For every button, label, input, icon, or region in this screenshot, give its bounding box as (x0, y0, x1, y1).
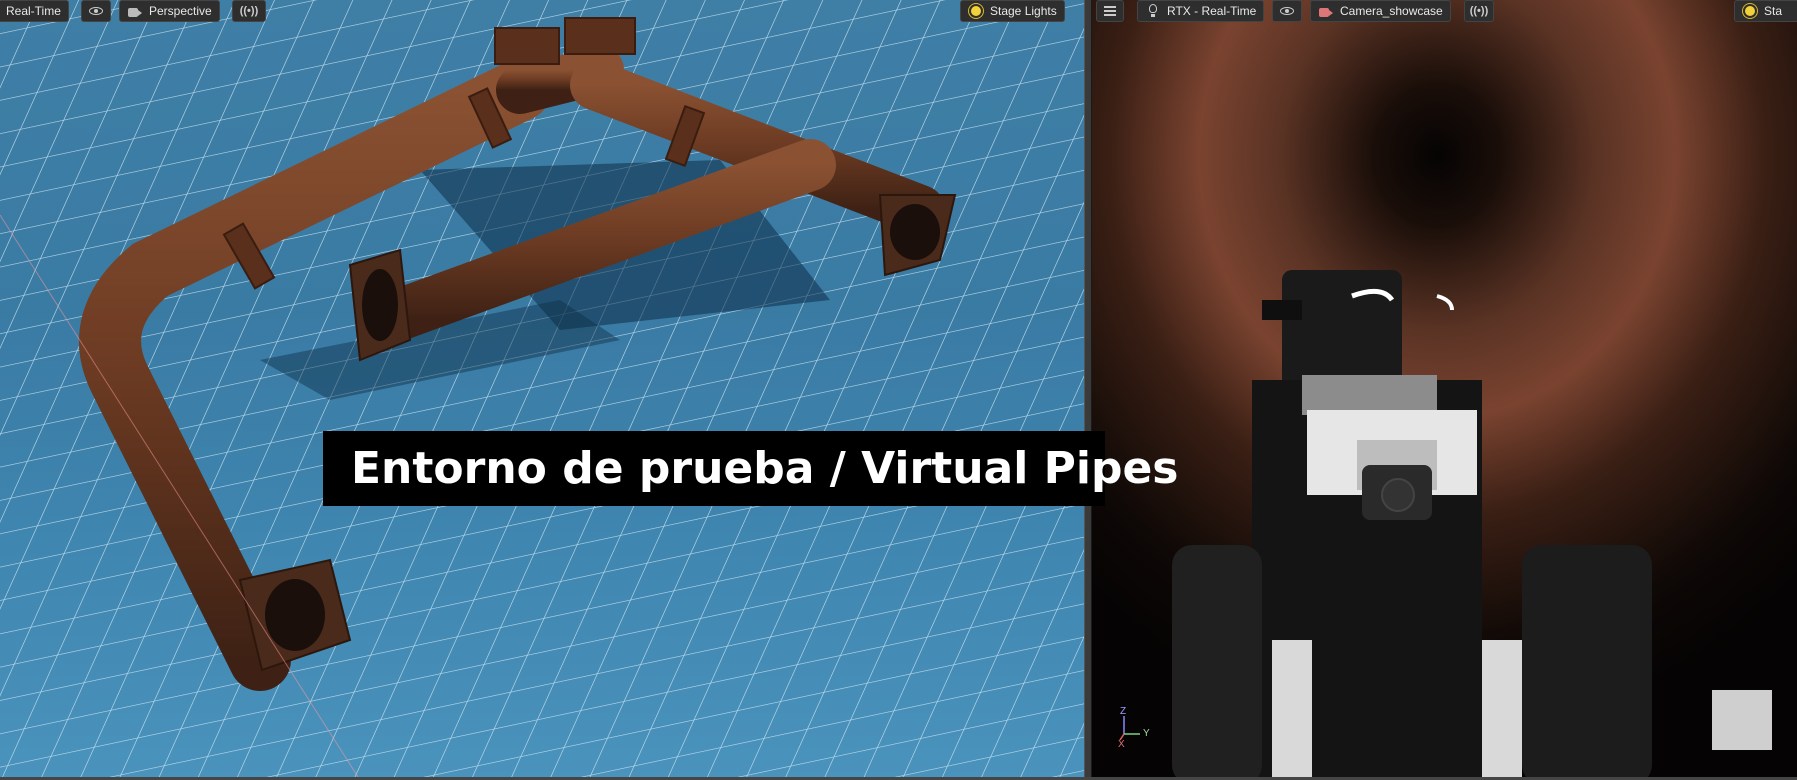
visibility-button[interactable] (81, 0, 111, 22)
settings-button[interactable] (1096, 0, 1124, 22)
sun-icon (968, 3, 984, 19)
axis-x-label: X (1118, 739, 1125, 750)
eye-icon (1279, 3, 1295, 19)
lights-button-right[interactable]: Sta (1734, 0, 1797, 22)
visibility-button-right[interactable] (1272, 0, 1302, 22)
pipe-scene (0, 0, 1084, 778)
lights-label-right: Sta (1764, 4, 1783, 18)
left-viewport[interactable]: Real-Time Perspective ((•)) Stage Lights (0, 0, 1084, 778)
sliders-icon (1102, 3, 1118, 19)
broadcast-icon: ((•)) (1469, 5, 1489, 17)
camera-button[interactable]: Perspective (119, 0, 220, 22)
tunnel-scene (1092, 0, 1797, 778)
camera-label: Perspective (149, 4, 212, 18)
sun-icon (1742, 3, 1758, 19)
render-mode-button-rtx[interactable]: RTX - Real-Time (1137, 0, 1265, 22)
viewport-divider[interactable] (1084, 0, 1092, 780)
broadcast-button[interactable]: ((•)) (232, 0, 266, 22)
caption-banner: Entorno de prueba / Virtual Pipes (323, 431, 1179, 506)
bulb-icon (1145, 3, 1161, 19)
right-viewport[interactable]: RTX - Real-Time Camera_showcase ((•)) St… (1092, 0, 1797, 778)
axis-z-label: Z (1120, 706, 1127, 717)
camera-icon (1318, 3, 1334, 19)
camera-label-right: Camera_showcase (1340, 4, 1443, 18)
render-mode-button[interactable]: Real-Time (0, 0, 69, 22)
camera-button-right[interactable]: Camera_showcase (1310, 0, 1451, 22)
lights-label: Stage Lights (990, 4, 1057, 18)
axis-y-label: Y (1143, 728, 1150, 739)
axis-gizmo: Z Y X (1118, 706, 1158, 750)
broadcast-icon: ((•)) (239, 5, 259, 17)
camera-icon (127, 3, 143, 19)
render-mode-label-rtx: RTX - Real-Time (1167, 4, 1257, 18)
lights-button[interactable]: Stage Lights (960, 0, 1065, 22)
eye-icon (88, 3, 104, 19)
render-mode-label: Real-Time (6, 4, 61, 18)
broadcast-button-right[interactable]: ((•)) (1464, 0, 1494, 22)
